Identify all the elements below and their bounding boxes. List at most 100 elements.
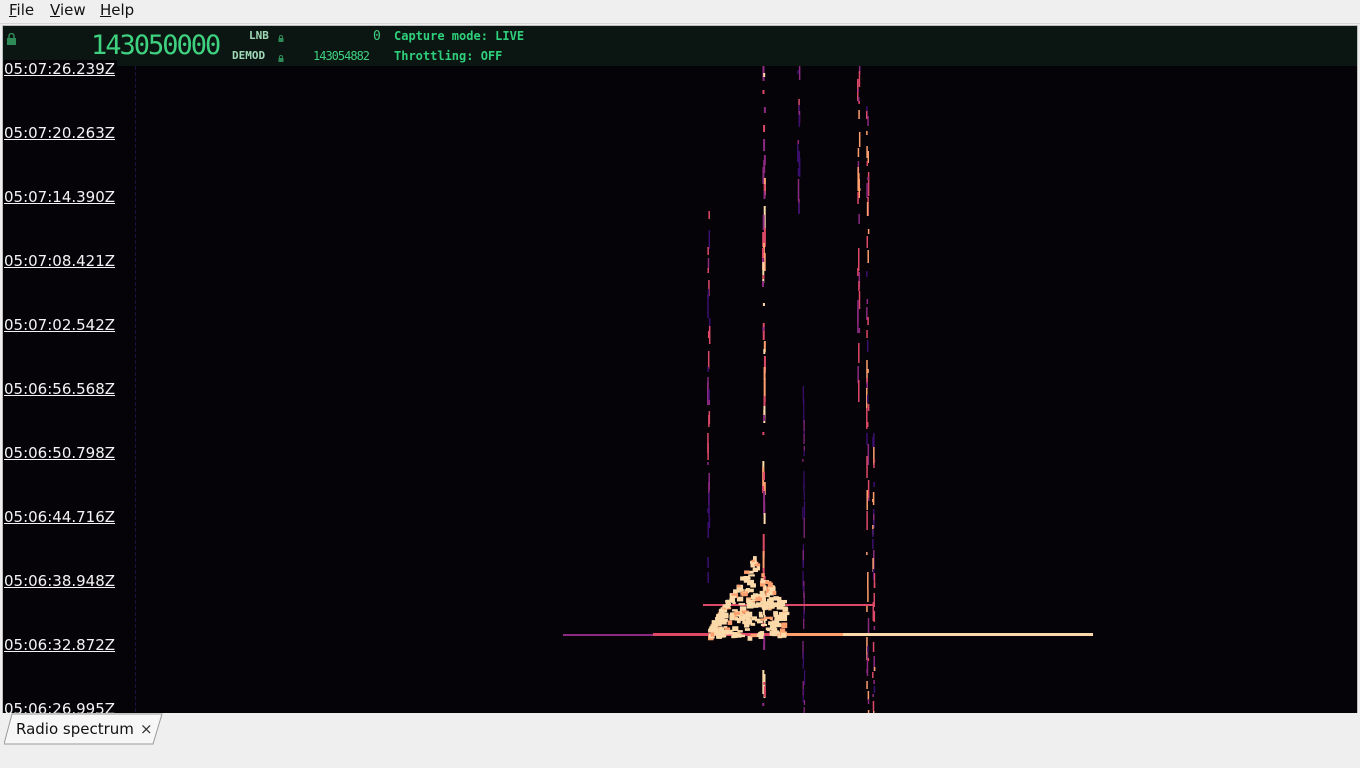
signal-trace xyxy=(803,483,805,492)
signal-trace xyxy=(873,583,876,588)
signal-trace xyxy=(867,229,870,234)
signal-trace xyxy=(803,450,805,456)
waterfall-background xyxy=(3,66,1357,714)
signal-trace xyxy=(867,177,869,180)
faint-trace xyxy=(135,444,136,448)
menu-help-mnemonic: H xyxy=(100,1,112,19)
faint-trace xyxy=(135,240,136,244)
faint-trace xyxy=(135,114,136,118)
menu-view[interactable]: View xyxy=(50,1,86,19)
signal-trace xyxy=(763,107,766,113)
signal-trace xyxy=(866,236,869,248)
signal-trace xyxy=(866,131,868,135)
faint-trace xyxy=(135,270,136,274)
burst-blob xyxy=(731,634,736,639)
burst-blob xyxy=(760,624,767,627)
signal-trace xyxy=(866,456,868,478)
signal-trace xyxy=(873,680,875,684)
burst-blob xyxy=(720,621,727,625)
burst-blob xyxy=(741,610,746,614)
close-icon[interactable]: × xyxy=(140,720,153,738)
signal-trace xyxy=(867,369,869,373)
menu-help[interactable]: Help xyxy=(100,1,134,19)
faint-trace xyxy=(135,234,136,238)
signal-trace xyxy=(762,281,765,287)
faint-trace xyxy=(135,522,136,526)
timestamp-label: 05:07:26.239Z xyxy=(4,60,118,78)
menu-file-mnemonic: F xyxy=(9,1,17,19)
menu-file[interactable]: File xyxy=(9,1,34,19)
frequency-display[interactable]: 143050000 xyxy=(91,30,221,61)
signal-trace xyxy=(872,492,875,505)
signal-trace xyxy=(867,498,870,501)
burst-blob xyxy=(733,611,741,615)
faint-trace xyxy=(135,384,136,388)
burst-blob xyxy=(781,606,788,610)
signal-trace xyxy=(872,539,874,549)
faint-trace xyxy=(135,132,136,136)
signal-trace xyxy=(866,511,868,530)
signal-trace xyxy=(873,626,876,630)
signal-trace xyxy=(867,691,870,700)
faint-trace xyxy=(135,354,136,358)
faint-trace xyxy=(135,612,136,616)
faint-trace xyxy=(135,282,136,286)
burst-blob xyxy=(724,627,731,631)
signal-trace xyxy=(872,701,875,711)
faint-trace xyxy=(135,642,136,646)
burst-blob xyxy=(761,598,767,602)
burst-blob xyxy=(759,631,765,636)
burst-blob xyxy=(711,620,717,625)
signal-trace xyxy=(762,275,765,279)
demod-value[interactable]: 143054882 xyxy=(313,49,370,63)
burst-blob xyxy=(738,603,746,606)
burst-blob xyxy=(751,583,756,588)
faint-trace xyxy=(135,576,136,580)
burst-blob xyxy=(751,616,757,621)
signal-trace xyxy=(798,203,800,214)
signal-trace xyxy=(803,399,805,423)
faint-trace xyxy=(135,540,136,544)
faint-trace xyxy=(135,528,136,532)
signal-trace xyxy=(872,672,874,678)
signal-trace xyxy=(797,144,799,162)
signal-trace xyxy=(867,658,870,661)
faint-trace xyxy=(135,264,136,268)
burst-blob xyxy=(711,625,717,632)
burst-blob xyxy=(750,633,758,638)
signal-trace xyxy=(803,501,806,518)
signal-trace xyxy=(867,116,869,126)
signal-trace xyxy=(707,268,709,273)
signal-trace xyxy=(803,619,805,629)
lnb-lock-icon[interactable] xyxy=(278,27,284,46)
signal-trace xyxy=(707,572,709,583)
signal-trace xyxy=(763,125,766,132)
timestamp-label: 05:07:14.390Z xyxy=(4,188,118,206)
menu-view-mnemonic: V xyxy=(50,1,60,19)
tab-radio-spectrum[interactable]: Radio spectrum × xyxy=(4,713,163,745)
burst-blob xyxy=(730,612,734,618)
faint-trace xyxy=(135,654,136,658)
signal-trace xyxy=(763,191,766,199)
burst-blob xyxy=(754,594,762,597)
faint-trace xyxy=(135,174,136,178)
signal-trace xyxy=(873,463,875,468)
signal-trace xyxy=(866,202,869,216)
demod-lock-icon[interactable] xyxy=(278,47,284,66)
signal-trace xyxy=(867,444,870,465)
faint-trace xyxy=(135,300,136,304)
lock-icon[interactable] xyxy=(6,30,17,49)
waterfall-plot[interactable] xyxy=(3,66,1357,714)
faint-trace xyxy=(135,402,136,406)
spectrum-view[interactable]: 143050000 LNB 0 DEMOD 143054882 Capture … xyxy=(2,25,1358,715)
capture-mode-text: Capture mode: LIVE xyxy=(394,29,525,43)
burst-blob xyxy=(746,599,753,605)
demod-label: DEMOD xyxy=(232,49,266,62)
burst-blob xyxy=(757,620,763,624)
faint-trace xyxy=(135,390,136,394)
signal-trace xyxy=(858,281,860,291)
burst-blob xyxy=(725,600,730,603)
signal-trace xyxy=(762,432,765,435)
lnb-value[interactable]: 0 xyxy=(373,29,381,44)
faint-trace xyxy=(135,342,136,346)
